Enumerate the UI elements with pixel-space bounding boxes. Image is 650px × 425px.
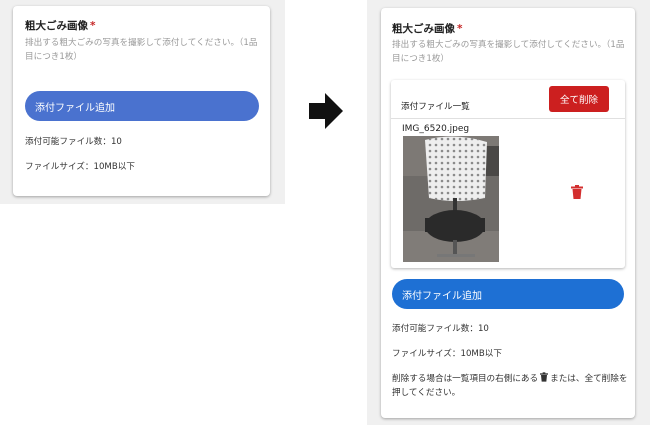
add-attachment-button[interactable]: 添付ファイル追加 bbox=[392, 279, 624, 309]
before-upload-card: 粗大ごみ画像 * 排出する粗大ごみの写真を撮影して添付してください。（1品目につき… bbox=[13, 6, 270, 196]
file-name: IMG_6520.jpeg bbox=[402, 124, 470, 134]
divider bbox=[391, 118, 625, 119]
max-files-text: 添付可能ファイル数：10 bbox=[392, 324, 489, 334]
after-upload-card: 粗大ごみ画像 * 排出する粗大ごみの写真を撮影して添付してください。（1品目につき… bbox=[381, 8, 635, 418]
required-mark: * bbox=[90, 20, 96, 32]
max-size-text: ファイルサイズ：10MB以下 bbox=[392, 349, 502, 359]
delete-hint-part-1: 削除する場合は一覧項目の右側にある bbox=[392, 374, 539, 384]
field-title: 粗大ごみ画像 * bbox=[392, 21, 463, 36]
field-title-text: 粗大ごみ画像 bbox=[25, 20, 88, 32]
trash-icon[interactable] bbox=[571, 185, 583, 199]
right-arrow-icon bbox=[309, 93, 343, 129]
field-title-text: 粗大ごみ画像 bbox=[392, 23, 455, 35]
required-mark: * bbox=[457, 23, 463, 35]
delete-hint-text: 削除する場合は一覧項目の右側にある または、全て削除を押してください。 bbox=[392, 372, 628, 400]
trash-icon bbox=[540, 372, 549, 382]
field-description: 排出する粗大ごみの写真を撮影して添付してください。（1品目につき1枚） bbox=[25, 38, 258, 62]
file-thumbnail[interactable] bbox=[403, 136, 499, 262]
max-size-text: ファイルサイズ：10MB以下 bbox=[25, 162, 135, 172]
max-files-text: 添付可能ファイル数：10 bbox=[25, 137, 122, 147]
delete-all-button[interactable]: 全て削除 bbox=[549, 86, 609, 112]
add-attachment-button[interactable]: 添付ファイル追加 bbox=[25, 91, 259, 121]
field-description: 排出する粗大ごみの写真を撮影して添付してください。（1品目につき1枚） bbox=[392, 40, 625, 64]
field-title: 粗大ごみ画像 * bbox=[25, 18, 96, 33]
file-list-header: 添付ファイル一覧 bbox=[401, 102, 470, 112]
attached-file-list: 添付ファイル一覧 全て削除 IMG_6520.jpeg bbox=[391, 80, 625, 268]
